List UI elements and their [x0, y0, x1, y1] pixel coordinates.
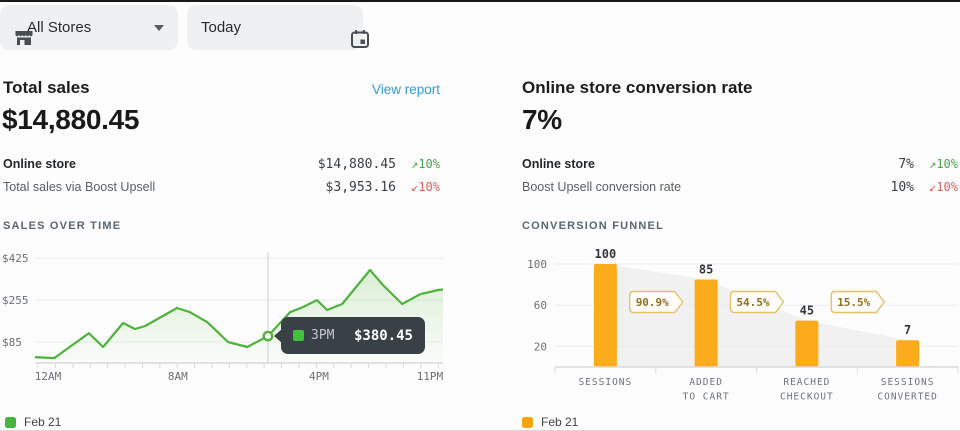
legend-label: Feb 21: [24, 415, 61, 429]
tooltip-value: $380.45: [354, 328, 413, 344]
category-label: CHECKOUT: [780, 392, 834, 403]
drop-rate-label: 15.5%: [837, 296, 870, 309]
conversion-value: 7%: [522, 104, 562, 136]
date-selector[interactable]: Today: [187, 5, 363, 50]
x-axis-label: 4PM: [309, 370, 329, 383]
metric-label: Boost Upsell conversion rate: [522, 180, 891, 194]
tooltip-arrow: [274, 329, 282, 343]
y-axis-label: $425: [2, 252, 29, 265]
x-axis-label: 11PM: [417, 370, 444, 383]
category-label: SESSIONS: [578, 377, 632, 388]
chart-tooltip: 3PM $380.45: [281, 317, 425, 354]
sales-over-time-chart[interactable]: $85 $255 $425 12AM 8AM 4PM 11PM: [0, 245, 448, 385]
metric-label: Total sales via Boost Upsell: [3, 180, 326, 194]
y-axis-label: 20: [534, 340, 547, 353]
metric-value: $3,953.16: [326, 180, 396, 195]
bar-value-label: 45: [800, 304, 814, 318]
metric-label: Online store: [3, 157, 318, 171]
drop-rate-label: 54.5%: [736, 296, 769, 309]
analytics-dashboard: All Stores Today Total sales View report…: [0, 0, 960, 431]
legend-swatch-green: [5, 417, 16, 428]
metric-row: Boost Upsell conversion rate 10% ↙10%: [522, 177, 958, 197]
legend-swatch-orange: [522, 417, 533, 428]
total-sales-title: Total sales: [3, 78, 90, 98]
metric-row: Online store $14,880.45 ↗10%: [3, 154, 440, 174]
category-label: TO CART: [683, 392, 730, 403]
sales-legend: Feb 21: [5, 415, 61, 429]
drop-rate-label: 90.9%: [636, 296, 669, 309]
metric-value: 10%: [891, 180, 914, 195]
funnel-bar: [695, 279, 718, 367]
category-label: SESSIONS: [881, 377, 935, 388]
total-sales-value: $14,880.45: [2, 104, 139, 136]
conversion-funnel-chart[interactable]: 20 60 100 100 SESSIONS 85 ADDED TO CART 45 REACHE…: [515, 240, 960, 415]
y-axis-label: 60: [534, 299, 547, 312]
legend-label: Feb 21: [541, 415, 578, 429]
x-axis-label: 12AM: [35, 370, 62, 383]
conversion-title: Online store conversion rate: [522, 78, 753, 98]
funnel-legend: Feb 21: [522, 415, 578, 429]
metric-value: $14,880.45: [318, 157, 396, 172]
sales-over-time-header: SALES OVER TIME: [3, 220, 121, 232]
metric-label: Online store: [522, 157, 898, 171]
funnel-shadow: [605, 264, 907, 367]
funnel-bar: [896, 340, 919, 367]
conversion-funnel-header: CONVERSION FUNNEL: [522, 220, 664, 232]
metric-row: Total sales via Boost Upsell $3,953.16 ↙…: [3, 177, 440, 197]
store-selector-label: All Stores: [27, 19, 91, 36]
metric-change: ↙10%: [914, 180, 958, 194]
x-axis-label: 8AM: [168, 370, 188, 383]
bar-value-label: 85: [699, 262, 713, 276]
date-selector-label: Today: [201, 19, 241, 36]
metric-value: 7%: [898, 157, 914, 172]
metric-change: ↗10%: [914, 157, 958, 171]
category-label: ADDED: [689, 377, 723, 388]
y-axis-label: 100: [527, 258, 547, 271]
chevron-down-icon: [154, 25, 164, 31]
funnel-bar: [594, 264, 617, 367]
metric-change: ↙10%: [396, 180, 440, 194]
y-axis-label: $85: [2, 336, 22, 349]
metric-change: ↗10%: [396, 157, 440, 171]
tooltip-series-swatch: [293, 330, 304, 341]
bar-value-label: 7: [904, 323, 911, 337]
y-axis-label: $255: [2, 294, 29, 307]
category-label: CONVERTED: [877, 392, 937, 403]
metric-row: Online store 7% ↗10%: [522, 154, 958, 174]
store-selector[interactable]: All Stores: [0, 5, 178, 50]
view-report-link[interactable]: View report: [372, 82, 440, 97]
bar-value-label: 100: [595, 247, 617, 261]
category-label: REACHED: [783, 377, 830, 388]
tooltip-time: 3PM: [311, 328, 334, 343]
funnel-bar: [795, 321, 818, 367]
highlight-point-marker: [264, 332, 272, 340]
